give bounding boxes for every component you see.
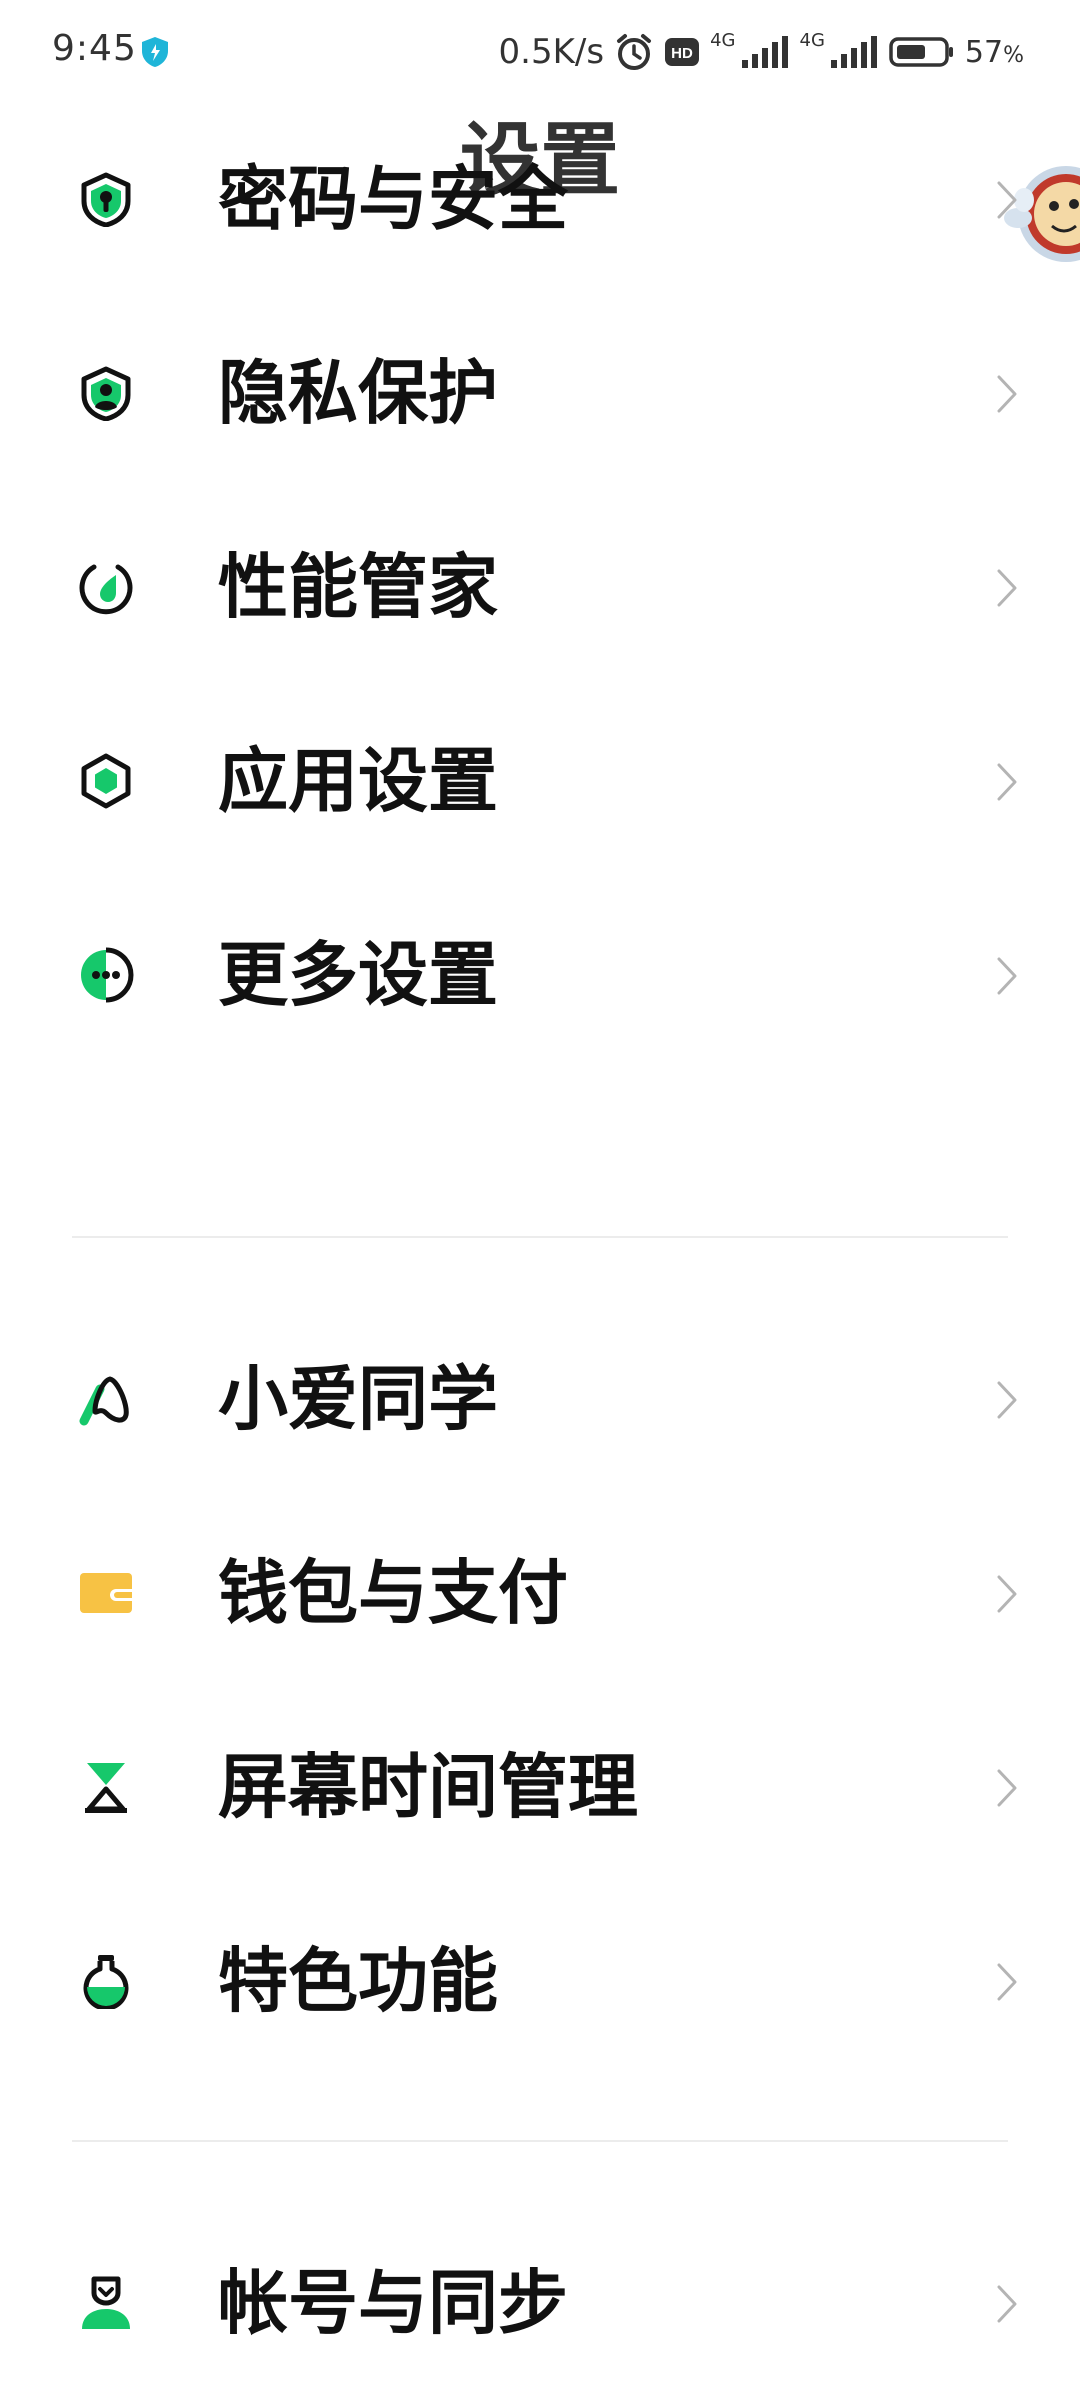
more-settings-icon [81,947,134,1003]
menu-item-account-sync[interactable]: 帐号与同步 [0,2206,1080,2400]
hourglass-icon [85,1763,127,1813]
status-right-cluster: 0.5K/s HD 4G 4G 57% [499,28,1024,76]
menu-item-label: 特色功能 [218,1940,498,2022]
battery-percent: 57% [964,34,1024,70]
menu-item-label: 应用设置 [218,740,498,822]
menu-item-screen-time[interactable]: 屏幕时间管理 [0,1690,1080,1884]
app-settings-icon [81,753,131,809]
group-divider [72,1236,1008,1238]
battery-icon [889,37,953,67]
chevron-right-icon [997,763,1017,801]
vpn-shield-icon [142,37,168,67]
svg-text:HD: HD [671,45,693,62]
chevron-right-icon [997,1769,1017,1807]
wallet-icon [80,1573,132,1613]
menu-item-xiaoai[interactable]: 小爱同学 [0,1302,1080,1496]
chevron-right-icon [997,2285,1017,2323]
performance-gauge-icon [79,564,133,615]
menu-item-label: 更多设置 [218,934,498,1016]
hd-icon: HD [665,38,700,66]
chevron-right-icon [997,1963,1017,2001]
menu-item-label: 小爱同学 [218,1358,498,1440]
flask-icon [83,1955,129,2009]
account-sync-icon [82,2276,130,2329]
menu-item-password-security[interactable]: 密码与安全 [0,102,1080,296]
menu-item-label: 性能管家 [218,546,498,628]
menu-item-more-settings[interactable]: 更多设置 [0,878,1080,1072]
status-bar: 9:45 0.5K/s HD 4G 4G 57% [0,0,1080,104]
status-time: 9:45 [52,28,137,69]
network-type-2: 4G [799,30,825,51]
menu-item-label: 帐号与同步 [218,2262,568,2344]
chevron-right-icon [997,957,1017,995]
signal-icon [830,36,877,68]
password-security-icon [81,172,131,227]
xiaoai-assistant-icon [79,1376,129,1426]
chevron-right-icon [997,375,1017,413]
signal-icon [741,36,788,68]
chevron-right-icon [997,181,1017,219]
menu-item-label: 隐私保护 [218,352,498,434]
chevron-right-icon [997,1381,1017,1419]
menu-item-label: 屏幕时间管理 [218,1746,638,1828]
menu-item-label: 钱包与支付 [218,1552,568,1634]
menu-item-app-settings[interactable]: 应用设置 [0,684,1080,878]
group-divider [72,2140,1008,2142]
menu-item-performance[interactable]: 性能管家 [0,490,1080,684]
privacy-shield-icon [81,366,131,421]
network-speed: 0.5K/s [498,32,605,72]
chevron-right-icon [997,1575,1017,1613]
menu-item-privacy[interactable]: 隐私保护 [0,296,1080,490]
menu-item-label: 密码与安全 [218,158,568,240]
chevron-right-icon [997,569,1017,607]
menu-item-wallet[interactable]: 钱包与支付 [0,1496,1080,1690]
network-type-1: 4G [710,30,736,51]
menu-item-features[interactable]: 特色功能 [0,1884,1080,2078]
alarm-icon [617,34,652,70]
